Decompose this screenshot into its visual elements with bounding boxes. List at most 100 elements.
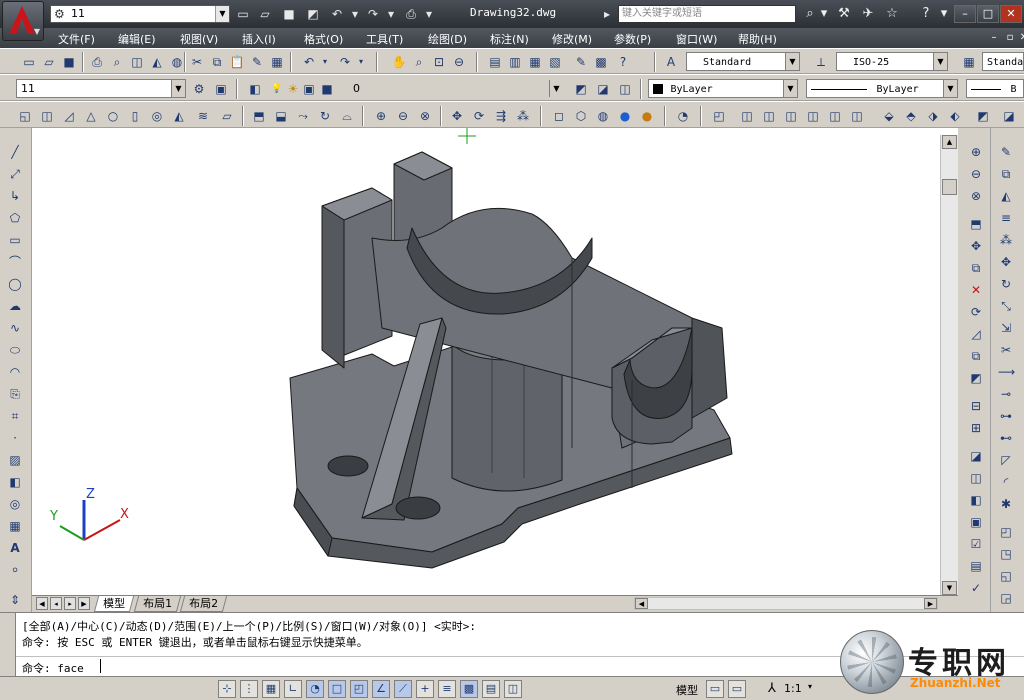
loft-icon[interactable]: ⌓ <box>338 106 356 124</box>
block-editor-icon[interactable]: ▦ <box>268 52 286 70</box>
search-input[interactable]: 键入关键字或短语 <box>618 5 796 23</box>
scroll-down-icon[interactable]: ▼ <box>942 581 957 595</box>
color-faces-icon[interactable]: ◩ <box>967 368 985 386</box>
menu-format[interactable]: 格式(O) <box>304 31 343 47</box>
arrange-above-icon[interactable]: ◱ <box>997 566 1015 584</box>
imprint-icon[interactable]: ◪ <box>967 446 985 464</box>
visual-style-2d-icon[interactable]: ◻ <box>550 106 568 124</box>
3d-array-icon[interactable]: ⁂ <box>514 106 532 124</box>
view-se-iso-icon[interactable]: ⬘ <box>902 106 920 124</box>
markup-icon[interactable]: ✎ <box>572 52 590 70</box>
match-properties-icon[interactable]: ✎ <box>248 52 266 70</box>
workspace-select[interactable]: ⚙ 11 ▼ <box>50 5 230 23</box>
selection-cycling-icon[interactable]: ◫ <box>504 680 522 698</box>
view-front-icon[interactable]: ◫ <box>826 106 844 124</box>
ellipse-icon[interactable]: ⬭ <box>6 340 24 358</box>
tool-palettes-icon[interactable]: ▦ <box>526 52 544 70</box>
revision-cloud-icon[interactable]: ☁ <box>6 296 24 314</box>
3d-move-icon[interactable]: ✥ <box>448 106 466 124</box>
dynamic-ucs-icon[interactable]: ⟋ <box>394 680 412 698</box>
rectangle-icon[interactable]: ▭ <box>6 230 24 248</box>
array-icon[interactable]: ⁂ <box>997 230 1015 248</box>
zoom-window-icon[interactable]: ⊡ <box>430 52 448 70</box>
maximize-button[interactable]: □ <box>977 5 999 23</box>
union-icon[interactable]: ⊕ <box>372 106 390 124</box>
tab-first-icon[interactable]: ◀ <box>36 597 48 610</box>
model-space-label[interactable]: 模型 <box>676 682 698 698</box>
rotate-icon[interactable]: ↻ <box>997 274 1015 292</box>
separate-icon[interactable]: ◧ <box>967 490 985 508</box>
mdi-close-button[interactable]: ✕ <box>1016 31 1024 45</box>
copy-edges-icon[interactable]: ⊟ <box>967 396 985 414</box>
redo-dropdown-icon[interactable]: ▾ <box>352 52 370 70</box>
join-icon[interactable]: ⊷ <box>997 428 1015 446</box>
explode-icon[interactable]: ✱ <box>997 494 1015 512</box>
open-folder-icon[interactable]: ▱ <box>40 52 58 70</box>
infer-constraints-icon[interactable]: ⊹ <box>218 680 236 698</box>
erase-icon[interactable]: ✎ <box>997 142 1015 160</box>
text-style-icon[interactable]: A <box>662 52 680 70</box>
arrange-under-icon[interactable]: ◲ <box>997 588 1015 606</box>
spline-icon[interactable]: ∿ <box>6 318 24 336</box>
redo-dropdown-icon[interactable]: ▾ <box>382 5 400 23</box>
color-select[interactable]: ByLayer ▼ <box>648 79 798 98</box>
mirror-icon[interactable]: ◭ <box>997 186 1015 204</box>
flatshot-icon[interactable]: ▤ <box>967 556 985 574</box>
arc-icon[interactable]: ⌒ <box>6 252 24 270</box>
box-icon[interactable]: ◫ <box>38 106 56 124</box>
help-dropdown-icon[interactable]: ▾ <box>934 4 954 24</box>
help-icon[interactable]: ? <box>916 4 936 24</box>
sweep-icon[interactable]: ⤳ <box>294 106 312 124</box>
menu-file[interactable]: 文件(F) <box>58 31 95 47</box>
save-as-icon[interactable]: ◩ <box>304 5 322 23</box>
minimize-button[interactable]: – <box>954 5 976 23</box>
3d-align-icon[interactable]: ⇶ <box>492 106 510 124</box>
application-menu-button[interactable]: ▼ <box>2 1 44 41</box>
move-faces-icon[interactable]: ✥ <box>967 236 985 254</box>
polyline-icon[interactable]: ↳ <box>6 186 24 204</box>
visual-style-realistic-icon[interactable]: ● <box>616 106 634 124</box>
redo-icon[interactable]: ↷ <box>364 5 382 23</box>
view-manager-icon[interactable]: ◪ <box>1000 106 1018 124</box>
construction-line-icon[interactable]: ⤢ <box>6 164 24 182</box>
close-button[interactable]: ✕ <box>1000 5 1022 23</box>
command-prompt-input[interactable]: 命令: face <box>22 660 84 676</box>
visual-style-conceptual-icon[interactable]: ● <box>638 106 656 124</box>
quickcalc-icon[interactable]: ▩ <box>592 52 610 70</box>
undo-icon[interactable]: ↶ <box>328 5 346 23</box>
transparency-icon[interactable]: ▩ <box>460 680 478 698</box>
menu-dimension[interactable]: 标注(N) <box>490 31 529 47</box>
helix-icon[interactable]: ≋ <box>194 106 212 124</box>
menu-parameters[interactable]: 参数(P) <box>614 31 651 47</box>
view-named-icon[interactable]: ◰ <box>710 106 728 124</box>
text-style-select[interactable]: Standard ▼ <box>686 52 800 71</box>
menu-help[interactable]: 帮助(H) <box>738 31 777 47</box>
dim-style-icon[interactable]: ⟂ <box>812 52 830 70</box>
lineweight-icon[interactable]: ≡ <box>438 680 456 698</box>
color-edges-icon[interactable]: ⊞ <box>967 418 985 436</box>
scroll-thumb[interactable] <box>942 179 957 195</box>
quick-properties-icon[interactable]: ▤ <box>482 680 500 698</box>
chevron-down-icon[interactable]: ▼ <box>171 80 185 97</box>
help-icon[interactable]: ? <box>614 52 632 70</box>
region-icon[interactable]: ◎ <box>6 494 24 512</box>
search-dropdown-icon[interactable]: ▾ <box>814 4 834 24</box>
camera-icon[interactable]: ◩ <box>974 106 992 124</box>
visual-style-hidden-icon[interactable]: ◍ <box>594 106 612 124</box>
clean-icon[interactable]: ◫ <box>967 468 985 486</box>
publish-icon[interactable]: ◫ <box>128 52 146 70</box>
view-bottom-icon[interactable]: ◫ <box>760 106 778 124</box>
ellipse-arc-icon[interactable]: ◠ <box>6 362 24 380</box>
copy-object-icon[interactable]: ⧉ <box>997 164 1015 182</box>
arrange-front-icon[interactable]: ◰ <box>997 522 1015 540</box>
qnew-icon[interactable]: ▭ <box>20 52 38 70</box>
dim-style-select[interactable]: ISO-25 ▼ <box>836 52 948 71</box>
view-left-icon[interactable]: ◫ <box>782 106 800 124</box>
add-selected-icon[interactable]: ⸰ <box>6 560 24 578</box>
tab-layout2[interactable]: 布局2 <box>179 596 228 612</box>
scroll-up-icon[interactable]: ▲ <box>942 135 957 149</box>
cone-icon[interactable]: △ <box>82 106 100 124</box>
expand-icon[interactable]: ▸ <box>598 5 616 23</box>
view-sw-iso-icon[interactable]: ⬙ <box>880 106 898 124</box>
menu-window[interactable]: 窗口(W) <box>676 31 717 47</box>
